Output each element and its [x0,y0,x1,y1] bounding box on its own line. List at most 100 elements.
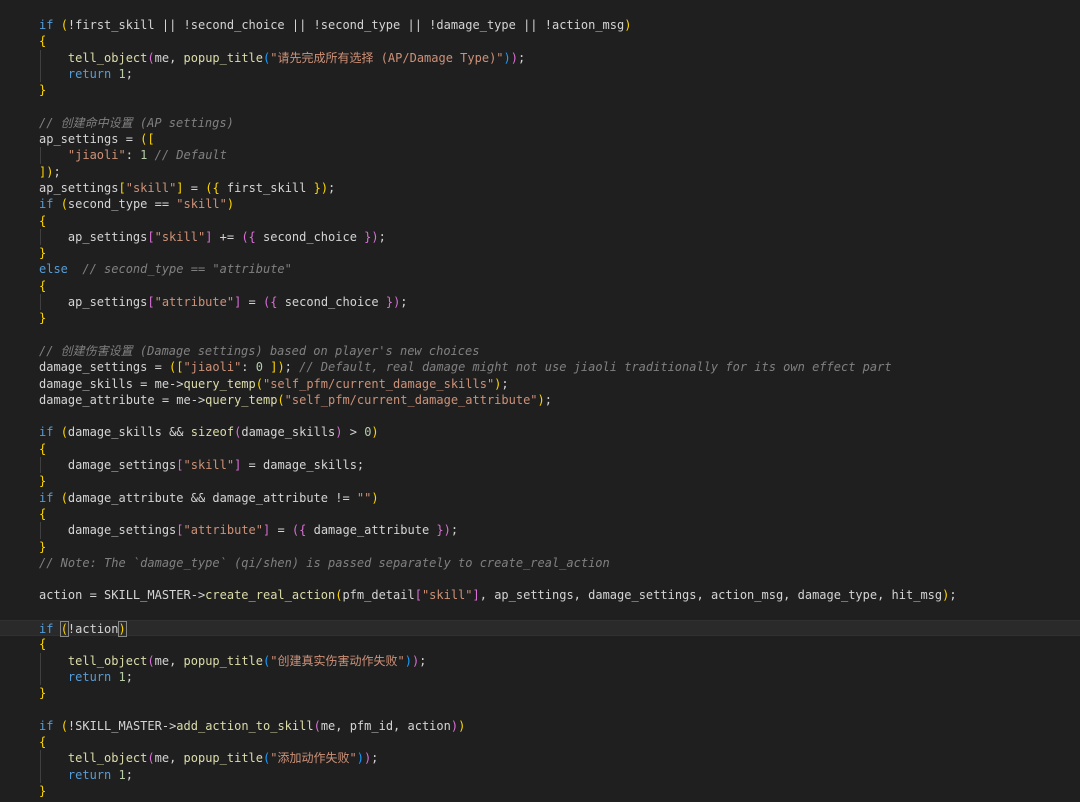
code-token: ap_settings = [39,132,141,147]
code-token: { [39,34,47,49]
code-token: // 创建命中设置 (AP settings) [39,115,234,130]
code-token: ap_settings [39,180,119,195]
code-token: "请先完成所有选择 (AP/Damage Type)" [270,50,504,65]
code-line[interactable] [0,571,1080,587]
code-token: return [67,66,119,81]
code-line[interactable]: } [0,685,1080,701]
code-line[interactable]: ]); [0,164,1080,180]
code-line[interactable]: if (second_type == "skill") [0,196,1080,212]
code-line[interactable]: if (!SKILL_MASTER->add_action_to_skill(m… [0,718,1080,734]
code-token: second_type == [67,197,177,212]
code-token: create_real_action [205,588,336,603]
code-line[interactable]: tell_object(me, popup_title("创建真实伤害动作失败"… [0,652,1080,669]
code-token: ]) [39,164,54,179]
code-line[interactable]: } [0,310,1080,326]
indent-guide [40,668,41,686]
code-token: 1 [118,66,126,81]
code-token: ; [419,653,427,668]
code-line[interactable]: else // second_type == "attribute" [0,261,1080,277]
code-token: ) [371,425,379,440]
code-line[interactable]: return 1; [0,766,1080,783]
code-line[interactable]: } [0,245,1080,261]
code-line[interactable] [0,327,1080,343]
code-line[interactable]: "jiaoli": 1 // Default [0,147,1080,164]
code-token: 0 [255,360,263,375]
code-line[interactable]: { [0,506,1080,522]
code-line[interactable]: { [0,441,1080,457]
code-line[interactable]: // Note: The `damage_type` (qi/shen) is … [0,555,1080,571]
code-line[interactable] [0,98,1080,114]
code-line[interactable]: { [0,278,1080,294]
code-token: > [342,425,365,440]
code-token: ; [450,523,459,538]
code-token: ; [125,767,133,782]
code-token: ; [378,229,386,244]
code-line[interactable]: if (damage_skills && sizeof(damage_skill… [0,424,1080,440]
code-token: ; [371,751,379,766]
code-line[interactable]: action = SKILL_MASTER->create_real_actio… [0,587,1080,603]
code-line[interactable]: damage_settings["attribute"] = ({ damage… [0,522,1080,539]
code-line[interactable]: damage_skills = me->query_temp("self_pfm… [0,376,1080,392]
code-line[interactable]: return 1; [0,668,1080,686]
code-line[interactable] [0,701,1080,717]
code-line[interactable]: damage_settings["skill"] = damage_skills… [0,457,1080,474]
code-line[interactable]: } [0,539,1080,555]
indent-guide [40,49,41,66]
code-token: ( [255,376,263,391]
code-token: // Default, real damage might not use ji… [299,360,892,375]
code-line[interactable] [0,408,1080,424]
code-line[interactable]: } [0,783,1080,799]
code-token: ( [147,653,155,668]
code-token: ( [60,490,68,505]
code-line[interactable]: damage_attribute = me->query_temp("self_… [0,392,1080,408]
code-editor[interactable]: if (!first_skill || !second_choice || !s… [0,0,1080,802]
code-token: [ [176,458,184,473]
code-token: "skill" [154,229,206,244]
code-token: { [39,213,47,228]
code-token: 1 [118,669,126,684]
code-line[interactable]: { [0,33,1080,49]
code-line[interactable]: if (!action) [0,619,1080,637]
code-line[interactable]: if (!first_skill || !second_choice || !s… [0,17,1080,33]
code-token: ; [125,669,133,684]
code-token: add_action_to_skill [176,718,314,733]
code-line[interactable]: // 创建伤害设置 (Damage settings) based on pla… [0,343,1080,359]
code-line[interactable] [0,604,1080,620]
code-token: ) [537,392,545,407]
code-token: = [270,523,292,538]
code-line[interactable]: return 1; [0,65,1080,83]
code-line[interactable]: if (damage_attribute && damage_attribute… [0,490,1080,506]
code-token: } [39,311,47,326]
code-token: damage_skills = me-> [39,376,184,391]
code-token: [ [176,523,184,538]
code-token: return [67,767,119,782]
code-token: me, [154,751,184,766]
code-token: me, [154,653,184,668]
code-line[interactable]: } [0,473,1080,489]
code-token: ) [624,18,632,32]
code-token: tell_object [67,50,148,65]
code-line[interactable]: } [0,82,1080,98]
code-token: ) [117,620,127,637]
code-line[interactable]: ap_settings["attribute"] = ({ second_cho… [0,294,1080,311]
code-line[interactable]: damage_settings = (["jiaoli": 0 ]); // D… [0,359,1080,375]
code-line[interactable]: tell_object(me, popup_title("添加动作失败")); [0,750,1080,767]
code-area[interactable]: if (!first_skill || !second_choice || !s… [0,17,1080,799]
code-token: }) [436,523,451,538]
code-line[interactable]: // 创建命中设置 (AP settings) [0,115,1080,131]
code-line[interactable]: { [0,213,1080,229]
code-line[interactable]: ap_settings = ([ [0,131,1080,147]
code-token: if [39,621,61,636]
indent-guide [40,147,41,164]
code-token: ({ [263,295,278,310]
code-line[interactable]: ap_settings["skill"] += ({ second_choice… [0,228,1080,246]
indent-guide [40,522,41,539]
code-line[interactable]: ap_settings["skill"] = ({ first_skill })… [0,180,1080,196]
code-line[interactable]: { [0,636,1080,652]
code-line[interactable]: { [0,734,1080,750]
code-line[interactable]: tell_object(me, popup_title("请先完成所有选择 (A… [0,49,1080,66]
code-token: ) [356,751,364,766]
